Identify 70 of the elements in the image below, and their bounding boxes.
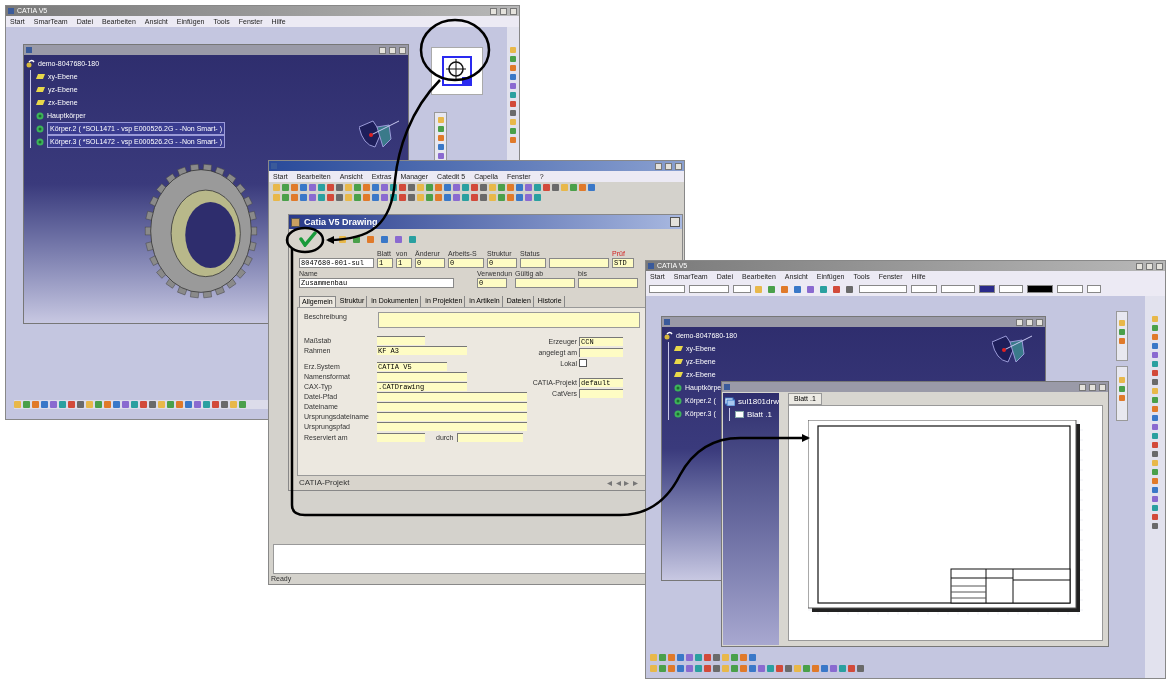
close-button[interactable] bbox=[399, 46, 406, 54]
maximize-button[interactable] bbox=[1146, 262, 1153, 270]
first-icon[interactable] bbox=[606, 480, 612, 486]
close-button[interactable] bbox=[510, 7, 517, 15]
dialog-title: Catia V5 Drawing bbox=[304, 217, 378, 227]
dropdown[interactable] bbox=[941, 285, 975, 293]
input-field[interactable] bbox=[520, 258, 546, 268]
last-icon[interactable] bbox=[633, 480, 639, 486]
input-field[interactable] bbox=[377, 392, 527, 401]
minimize-button[interactable] bbox=[655, 162, 662, 170]
tree-item[interactable]: sul1801drw bbox=[738, 396, 779, 407]
compass-icon bbox=[992, 335, 1032, 363]
close-button[interactable] bbox=[1099, 383, 1106, 391]
highlight-circle bbox=[285, 226, 325, 254]
tree-item[interactable]: Blatt .1 bbox=[747, 409, 772, 420]
close-button[interactable] bbox=[1156, 262, 1163, 270]
minimize-button[interactable] bbox=[490, 7, 497, 15]
input-field[interactable] bbox=[377, 433, 425, 442]
app-icon bbox=[26, 47, 32, 53]
close-button[interactable] bbox=[670, 217, 680, 227]
input-field[interactable] bbox=[377, 412, 527, 421]
close-button[interactable] bbox=[675, 162, 682, 170]
input-field[interactable] bbox=[377, 422, 527, 431]
maximize-button[interactable] bbox=[389, 46, 396, 54]
dropdown[interactable] bbox=[979, 285, 995, 293]
checkbox[interactable] bbox=[579, 359, 587, 367]
previous-icon[interactable] bbox=[615, 480, 621, 486]
dropdown[interactable] bbox=[649, 285, 685, 293]
app-icon bbox=[664, 319, 670, 325]
minimize-button[interactable] bbox=[1136, 262, 1143, 270]
maximize-button[interactable] bbox=[1089, 383, 1096, 391]
input-field[interactable] bbox=[515, 278, 576, 288]
maximize-button[interactable] bbox=[665, 162, 672, 170]
dropdown[interactable] bbox=[689, 285, 729, 293]
maximize-button[interactable] bbox=[500, 7, 507, 15]
dropdown[interactable] bbox=[733, 285, 751, 293]
input-field[interactable] bbox=[579, 347, 623, 357]
highlight-circle bbox=[419, 18, 491, 82]
input-field[interactable] bbox=[377, 372, 467, 381]
drawing-icon bbox=[725, 397, 735, 406]
app-icon bbox=[724, 384, 730, 390]
app-icon bbox=[648, 263, 654, 269]
input-field[interactable] bbox=[578, 278, 639, 288]
footer-label: CATIA-Projekt bbox=[299, 477, 350, 489]
input-field[interactable] bbox=[549, 258, 609, 268]
input-field[interactable] bbox=[579, 388, 623, 398]
app-icon bbox=[291, 217, 300, 227]
description-field[interactable] bbox=[378, 312, 640, 328]
dropdown[interactable] bbox=[999, 285, 1023, 293]
dropdown[interactable] bbox=[1087, 285, 1101, 293]
dropdown[interactable] bbox=[859, 285, 907, 293]
input-field[interactable] bbox=[377, 402, 527, 411]
minimize-button[interactable] bbox=[1079, 383, 1086, 391]
dropdown[interactable] bbox=[1057, 285, 1083, 293]
minimize-button[interactable] bbox=[1016, 318, 1023, 326]
minimize-button[interactable] bbox=[379, 46, 386, 54]
crosshair-icon[interactable] bbox=[442, 56, 472, 86]
checkmark-icon[interactable] bbox=[299, 231, 317, 247]
input-field[interactable] bbox=[377, 336, 425, 345]
close-button[interactable] bbox=[1036, 318, 1043, 326]
dropdown[interactable] bbox=[1027, 285, 1053, 293]
product-icon bbox=[664, 331, 673, 340]
app-icon bbox=[8, 8, 14, 14]
sheet-icon bbox=[735, 411, 744, 418]
next-icon[interactable] bbox=[624, 480, 630, 486]
product-icon bbox=[26, 59, 35, 68]
dropdown[interactable] bbox=[911, 285, 937, 293]
compass-icon bbox=[359, 120, 399, 148]
maximize-button[interactable] bbox=[1026, 318, 1033, 326]
input-field[interactable] bbox=[456, 433, 523, 442]
